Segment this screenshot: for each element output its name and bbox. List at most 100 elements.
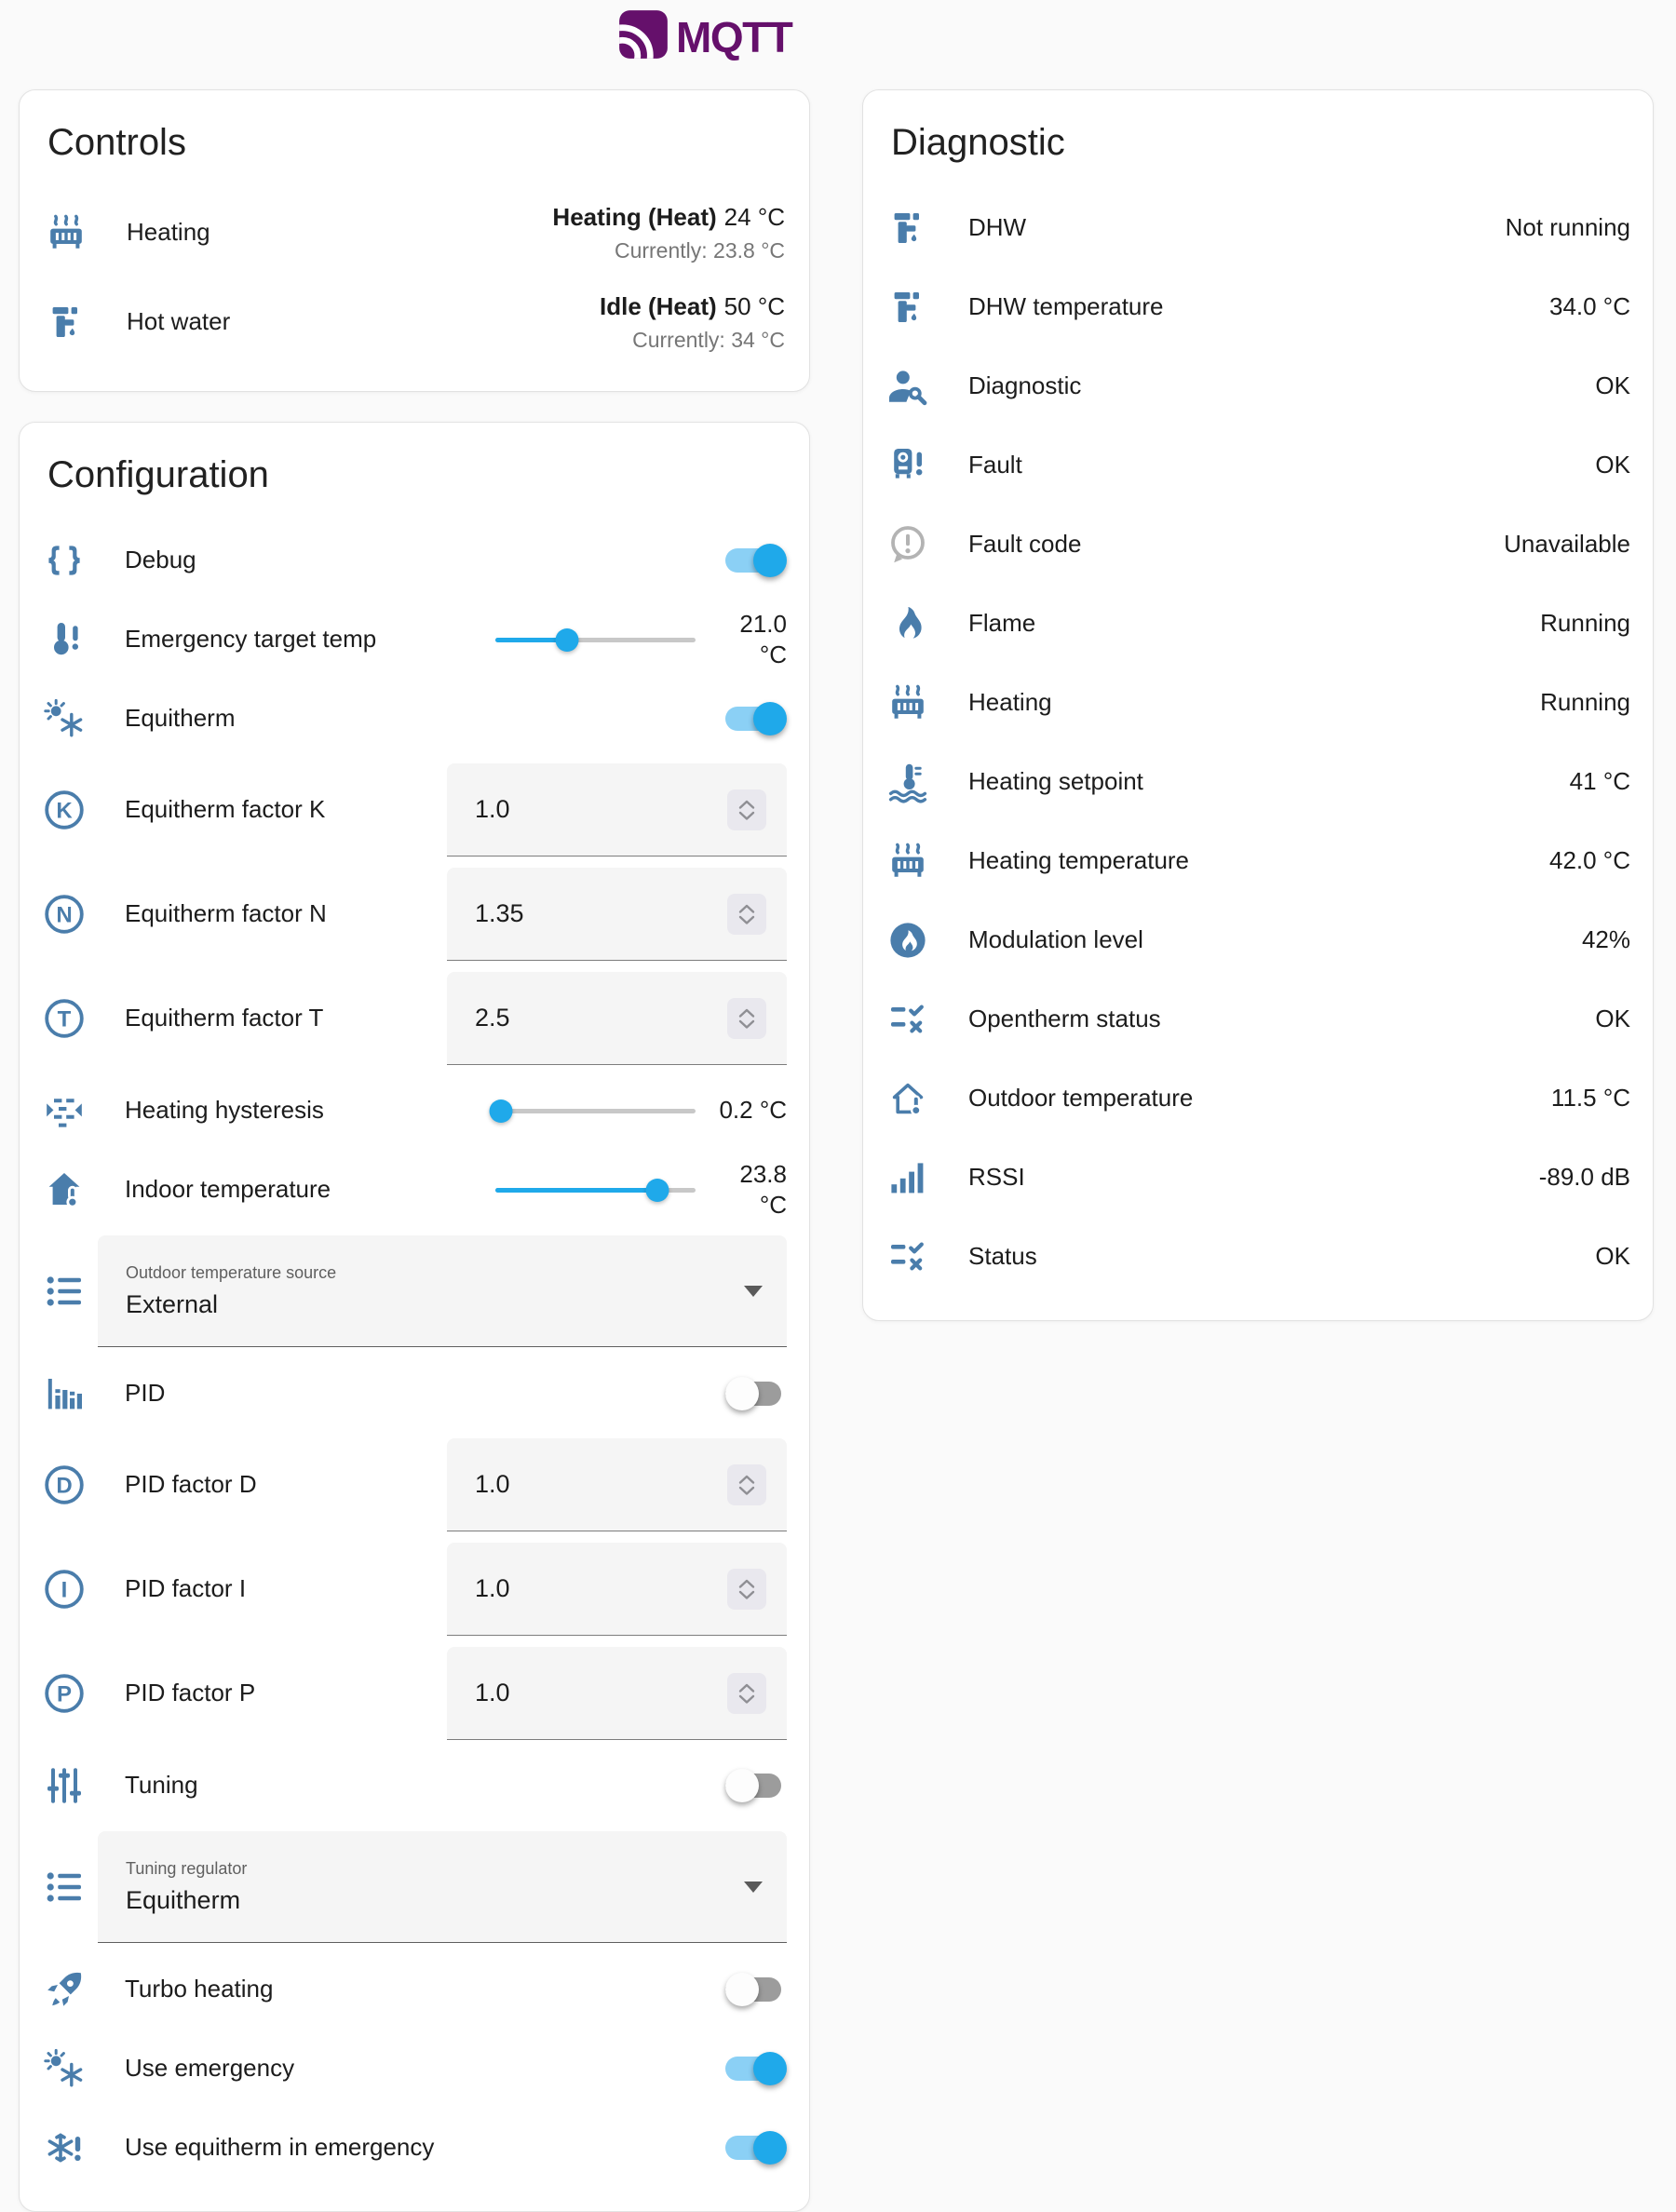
configuration-title: Configuration — [20, 423, 809, 520]
diag-value: OK — [1595, 451, 1630, 479]
control-secondary: Currently: 23.8 °C — [552, 238, 785, 263]
config-row-turbo-heating[interactable]: Turbo heating — [20, 1949, 809, 2029]
turbo-heating-toggle[interactable] — [725, 1973, 787, 2006]
boiler-alert-icon — [885, 443, 930, 488]
controls-card: Controls Heating Heating (Heat)24 °C Cur… — [19, 89, 810, 392]
pid-factor-i-input[interactable]: 1.0 — [447, 1543, 787, 1636]
config-row-equitherm-factor-n[interactable]: N Equitherm factor N 1.35 — [20, 862, 809, 966]
use-equitherm-in-emergency-toggle[interactable] — [725, 2131, 787, 2165]
control-state-line: Idle (Heat)50 °C — [600, 292, 785, 321]
config-row-pid[interactable]: PID — [20, 1354, 809, 1433]
svg-text:D: D — [56, 1474, 72, 1499]
diag-label: Diagnostic — [968, 371, 1595, 400]
number-value: 1.0 — [475, 795, 510, 824]
equitherm-factor-n-input[interactable]: 1.35 — [447, 868, 787, 961]
diag-row-opentherm-status[interactable]: Opentherm status OK — [863, 979, 1653, 1059]
tuning-toggle[interactable] — [725, 1769, 787, 1802]
equitherm-factor-k-input[interactable]: 1.0 — [447, 763, 787, 856]
diag-row-heating[interactable]: Heating Running — [863, 663, 1653, 742]
slider-thumb[interactable] — [646, 1179, 669, 1202]
number-stepper[interactable] — [727, 1673, 766, 1714]
diag-label: Modulation level — [968, 925, 1582, 954]
outdoor-temperature-source-select[interactable]: Outdoor temperature source External — [98, 1235, 787, 1347]
emergency-target-temp-slider[interactable] — [495, 627, 696, 653]
pid-toggle[interactable] — [725, 1377, 787, 1410]
diag-row-heating-temperature[interactable]: Heating temperature 42.0 °C — [863, 821, 1653, 900]
control-state-line: Heating (Heat) 24 °C — [552, 203, 785, 232]
control-row-hot-water[interactable]: Hot water Idle (Heat)50 °C Currently: 34… — [20, 277, 809, 367]
equitherm-toggle[interactable] — [725, 702, 787, 735]
number-stepper[interactable] — [727, 1569, 766, 1610]
diag-row-dhw[interactable]: DHW Not running — [863, 188, 1653, 267]
heating-hysteresis-slider[interactable] — [495, 1098, 696, 1124]
diag-row-diagnostic[interactable]: Diagnostic OK — [863, 346, 1653, 425]
letter-i-circle-icon: I — [42, 1567, 87, 1612]
config-row-tuning[interactable]: Tuning — [20, 1746, 809, 1825]
slider-thumb[interactable] — [556, 628, 579, 652]
diag-row-fault-code[interactable]: Fault code Unavailable — [863, 505, 1653, 584]
diag-value: 42.0 °C — [1549, 846, 1630, 875]
diag-label: Flame — [968, 609, 1540, 638]
indoor-temperature-slider[interactable] — [495, 1177, 696, 1203]
config-row-equitherm-factor-t[interactable]: T Equitherm factor T 2.5 — [20, 966, 809, 1071]
config-label: Debug — [125, 546, 725, 574]
use-emergency-toggle[interactable] — [725, 2052, 787, 2085]
tuning-regulator-select[interactable]: Tuning regulator Equitherm — [98, 1831, 787, 1943]
config-label: Use equitherm in emergency — [125, 2133, 725, 2162]
control-row-heating[interactable]: Heating Heating (Heat)24 °C Currently: 2… — [20, 188, 809, 277]
config-label: PID factor D — [125, 1470, 447, 1499]
number-stepper[interactable] — [727, 789, 766, 830]
config-row-equitherm-factor-k[interactable]: K Equitherm factor K 1.0 — [20, 758, 809, 862]
diag-label: Opentherm status — [968, 1005, 1595, 1033]
diag-row-outdoor-temperature[interactable]: Outdoor temperature 11.5 °C — [863, 1059, 1653, 1138]
debug-toggle[interactable] — [725, 544, 787, 577]
control-value: 24 °C — [724, 203, 785, 231]
thermometer-water-icon — [885, 760, 930, 804]
device-page: Controls Heating Heating (Heat)24 °C Cur… — [19, 89, 1654, 2212]
diag-row-fault[interactable]: Fault OK — [863, 425, 1653, 505]
number-stepper[interactable] — [727, 894, 766, 935]
config-row-equitherm[interactable]: Equitherm — [20, 679, 809, 758]
diag-label: Fault — [968, 451, 1595, 479]
config-row-use-emergency[interactable]: Use emergency — [20, 2029, 809, 2108]
select-value: External — [126, 1290, 744, 1319]
config-row-outdoor-temperature-source[interactable]: Outdoor temperature source External — [20, 1229, 809, 1354]
config-row-emergency-target-temp[interactable]: Emergency target temp 21.0°C — [20, 600, 809, 679]
slider-thumb[interactable] — [490, 1099, 513, 1123]
select-label: Tuning regulator — [126, 1859, 744, 1879]
config-row-pid-factor-p[interactable]: P PID factor P 1.0 — [20, 1641, 809, 1746]
diag-row-modulation-level[interactable]: Modulation level 42% — [863, 900, 1653, 979]
config-row-pid-factor-i[interactable]: I PID factor I 1.0 — [20, 1537, 809, 1641]
config-row-tuning-regulator[interactable]: Tuning regulator Equitherm — [20, 1825, 809, 1949]
diag-value: 11.5 °C — [1551, 1084, 1630, 1113]
control-state: Heating (Heat) — [552, 203, 716, 231]
config-label: Indoor temperature — [125, 1175, 495, 1204]
hysteresis-icon — [42, 1088, 87, 1133]
diag-row-flame[interactable]: Flame Running — [863, 584, 1653, 663]
config-row-heating-hysteresis[interactable]: Heating hysteresis 0.2 °C — [20, 1071, 809, 1150]
config-label: Use emergency — [125, 2054, 725, 2083]
svg-text:K: K — [56, 799, 73, 824]
diag-row-heating-setpoint[interactable]: Heating setpoint 41 °C — [863, 742, 1653, 821]
config-row-debug[interactable]: Debug — [20, 520, 809, 600]
number-value: 1.0 — [475, 1470, 510, 1499]
account-wrench-icon — [885, 364, 930, 409]
number-stepper[interactable] — [727, 1464, 766, 1505]
slider-value: 21.0°C — [712, 609, 787, 669]
diag-row-dhw-temperature[interactable]: DHW temperature 34.0 °C — [863, 267, 1653, 346]
pid-factor-d-input[interactable]: 1.0 — [447, 1438, 787, 1531]
config-row-pid-factor-d[interactable]: D PID factor D 1.0 — [20, 1433, 809, 1537]
diag-label: Status — [968, 1242, 1595, 1271]
equitherm-factor-t-input[interactable]: 2.5 — [447, 972, 787, 1065]
number-value: 1.0 — [475, 1679, 510, 1707]
config-row-use-equitherm-in-emergency[interactable]: Use equitherm in emergency — [20, 2108, 809, 2187]
dropdown-caret-icon — [744, 1286, 763, 1297]
letter-k-circle-icon: K — [42, 788, 87, 832]
diag-row-rssi[interactable]: RSSI -89.0 dB — [863, 1138, 1653, 1217]
diag-row-status[interactable]: Status OK — [863, 1217, 1653, 1296]
number-stepper[interactable] — [727, 998, 766, 1039]
pid-factor-p-input[interactable]: 1.0 — [447, 1647, 787, 1740]
letter-p-circle-icon: P — [42, 1671, 87, 1716]
config-row-indoor-temperature[interactable]: Indoor temperature 23.8°C — [20, 1150, 809, 1229]
list-bulleted-icon — [42, 1269, 87, 1314]
